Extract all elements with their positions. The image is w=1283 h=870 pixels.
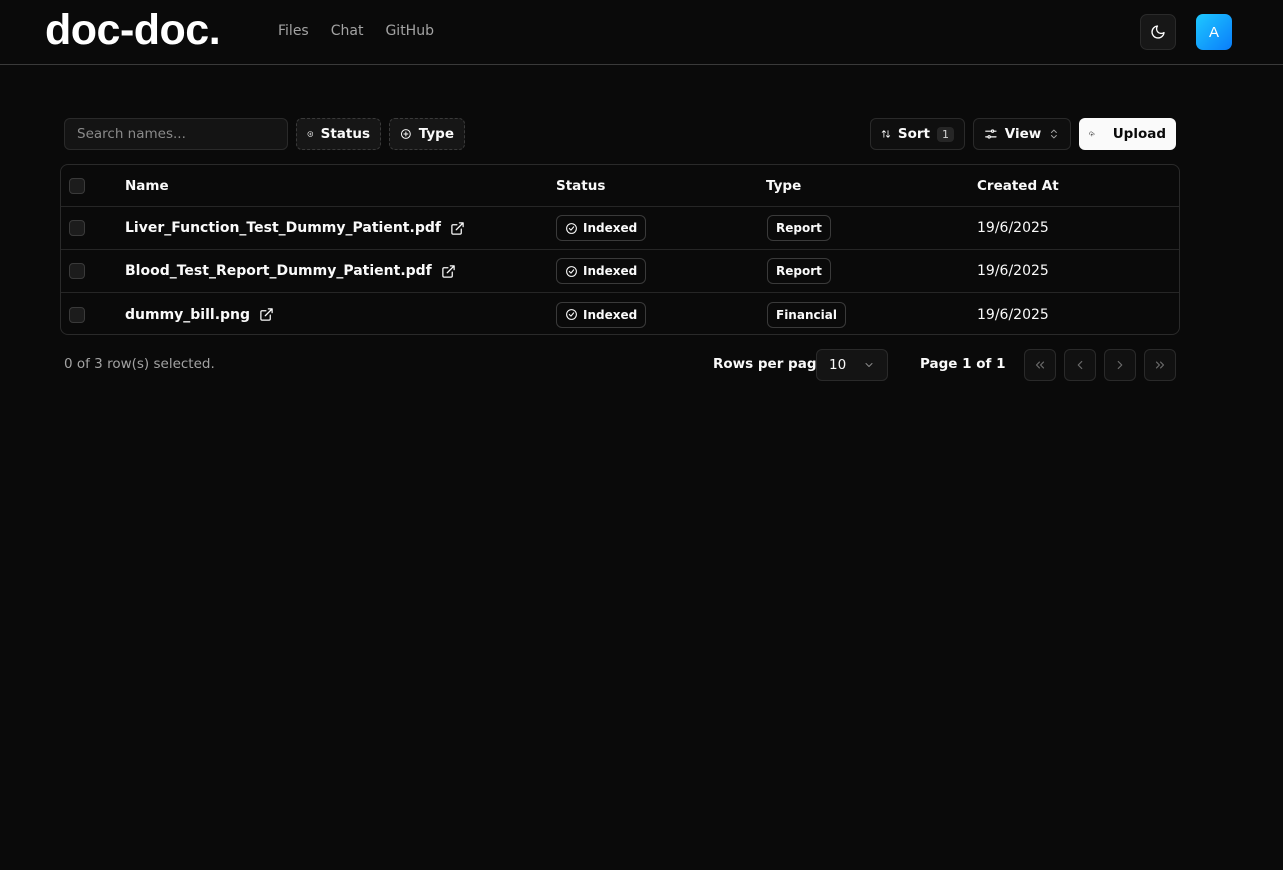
- file-name[interactable]: dummy_bill.png: [125, 307, 250, 323]
- sort-button[interactable]: Sort 1: [870, 118, 965, 150]
- status-badge: Indexed: [556, 258, 647, 284]
- user-avatar[interactable]: A: [1196, 14, 1232, 50]
- column-header-status[interactable]: Status: [556, 165, 605, 206]
- table-header-row: Name Status Type Created At: [61, 165, 1179, 207]
- avatar-letter: A: [1208, 23, 1219, 41]
- upload-label: Upload: [1112, 126, 1166, 142]
- table-row: Liver_Function_Test_Dummy_Patient.pdf In…: [61, 207, 1179, 250]
- select-all-cell: [69, 165, 85, 206]
- nav-link-chat[interactable]: Chat: [331, 23, 364, 39]
- table-row: dummy_bill.png Indexed Financial 19/6/20…: [61, 293, 1179, 334]
- file-name[interactable]: Liver_Function_Test_Dummy_Patient.pdf: [125, 220, 441, 236]
- column-header-name[interactable]: Name: [125, 165, 169, 206]
- table-row: Blood_Test_Report_Dummy_Patient.pdf Inde…: [61, 250, 1179, 293]
- check-circle-icon: [566, 222, 577, 234]
- nav-link-files[interactable]: Files: [278, 23, 309, 39]
- rows-per-page-label: Rows per page: [713, 356, 826, 372]
- row-checkbox[interactable]: [69, 306, 85, 323]
- first-page-button[interactable]: [1024, 349, 1056, 381]
- check-circle-icon: [566, 265, 577, 277]
- check-circle-icon: [566, 309, 577, 320]
- view-label: View: [1004, 126, 1042, 142]
- plus-circle-icon: [400, 129, 411, 139]
- chevrons-left-icon: [1035, 361, 1045, 369]
- type-badge: Financial: [767, 301, 846, 328]
- theme-toggle-button[interactable]: [1140, 14, 1176, 50]
- sliders-icon: [985, 129, 997, 139]
- type-badge: Report: [767, 258, 831, 284]
- selection-count: 0 of 3 row(s) selected.: [64, 356, 215, 372]
- page-indicator: Page 1 of 1: [920, 356, 1006, 372]
- type-badge: Report: [767, 215, 831, 241]
- chevron-down-icon: [865, 363, 873, 367]
- view-button[interactable]: View: [973, 118, 1071, 150]
- moon-icon: [1151, 25, 1165, 39]
- main-nav: Files Chat GitHub: [278, 23, 456, 39]
- sort-arrows-icon: [881, 130, 891, 138]
- rows-per-page-select[interactable]: 10: [816, 349, 888, 381]
- external-link-icon[interactable]: [259, 307, 274, 322]
- files-table: Name Status Type Created At Liver_Functi…: [60, 164, 1180, 335]
- type-filter-label: Type: [418, 126, 454, 142]
- select-all-checkbox[interactable]: [69, 177, 85, 194]
- created-date: 19/6/2025: [977, 306, 1049, 323]
- status-badge: Indexed: [556, 215, 647, 241]
- chevron-right-icon: [1117, 360, 1123, 370]
- sort-count-badge: 1: [937, 126, 954, 142]
- created-date: 19/6/2025: [977, 263, 1049, 279]
- type-filter-button[interactable]: Type: [389, 118, 465, 150]
- previous-page-button[interactable]: [1064, 349, 1096, 381]
- status-text: Indexed: [583, 221, 638, 235]
- status-filter-button[interactable]: Status: [296, 118, 381, 150]
- upload-button[interactable]: Upload: [1079, 118, 1176, 150]
- status-text: Indexed: [583, 307, 638, 322]
- column-header-type[interactable]: Type: [766, 165, 801, 206]
- row-checkbox[interactable]: [69, 263, 85, 279]
- chevron-updown-icon: [1051, 129, 1058, 139]
- status-text: Indexed: [583, 264, 638, 278]
- top-navbar: doc-doc. Files Chat GitHub A: [0, 0, 1283, 65]
- column-header-created-at[interactable]: Created At: [977, 165, 1059, 206]
- file-name[interactable]: Blood_Test_Report_Dummy_Patient.pdf: [125, 263, 432, 279]
- created-date: 19/6/2025: [977, 220, 1049, 236]
- chevrons-right-icon: [1155, 361, 1165, 369]
- cloud-upload-icon: [1089, 131, 1095, 137]
- last-page-button[interactable]: [1144, 349, 1176, 381]
- rows-per-page-value: 10: [829, 357, 847, 373]
- next-page-button[interactable]: [1104, 349, 1136, 381]
- nav-link-github[interactable]: GitHub: [385, 23, 434, 39]
- status-badge: Indexed: [556, 301, 647, 328]
- status-filter-label: Status: [320, 126, 370, 142]
- external-link-icon[interactable]: [441, 264, 456, 279]
- chevron-left-icon: [1077, 360, 1083, 370]
- row-checkbox[interactable]: [69, 220, 85, 236]
- logo[interactable]: doc-doc.: [45, 6, 221, 55]
- external-link-icon[interactable]: [450, 221, 465, 236]
- sort-label: Sort: [897, 126, 930, 142]
- plus-circle-icon: [307, 131, 314, 137]
- search-input[interactable]: [64, 118, 288, 150]
